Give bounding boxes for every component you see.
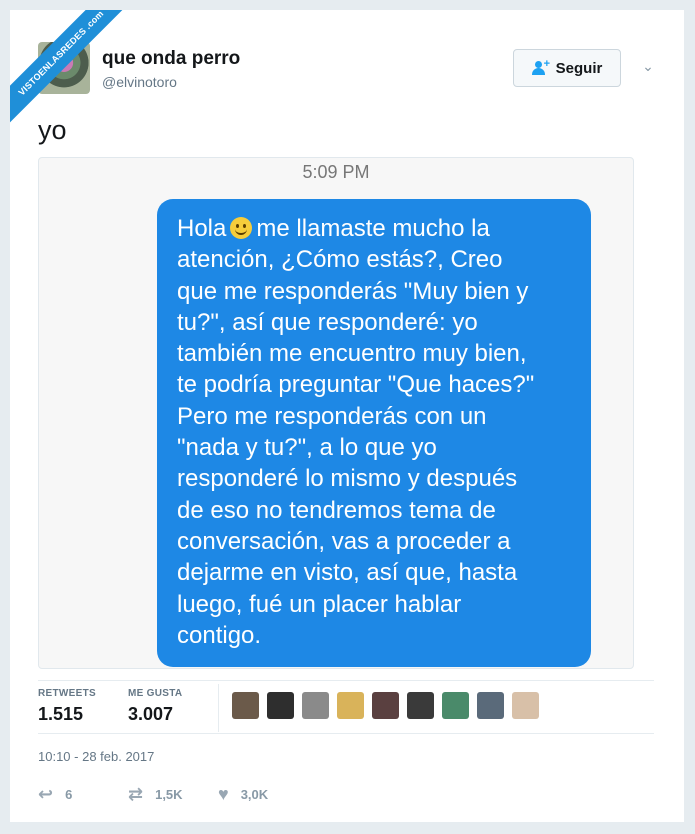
message-line: "nada y tu?", a lo que yo [177, 434, 437, 462]
retweet-button[interactable]: ⇄ 1,5K [128, 784, 183, 805]
message-bubble: Hola me llamaste mucho la atención, ¿Cómo… [157, 199, 591, 667]
divider [38, 680, 654, 681]
reply-button[interactable]: ↩ 6 [38, 784, 72, 805]
liker-avatar[interactable] [512, 692, 539, 719]
liker-avatar[interactable] [267, 692, 294, 719]
liker-avatar[interactable] [232, 692, 259, 719]
likes-label: ME GUSTA [128, 688, 183, 699]
like-count: 3,0K [240, 787, 269, 802]
retweets-label: RETWEETS [38, 688, 96, 699]
chevron-down-icon[interactable]: ⌄ [639, 58, 657, 76]
retweets-value: 1.515 [38, 704, 84, 724]
message-line: también me encuentro muy bien, [177, 340, 527, 368]
message-time: 5:09 PM [302, 162, 370, 182]
reply-count: 6 [65, 787, 73, 802]
liker-avatar[interactable] [372, 692, 399, 719]
message-line: conversación, vas a proceder a [177, 527, 511, 555]
watermark-text: VISTOENLASREDES .com [10, 10, 130, 130]
liker-avatar[interactable] [407, 692, 434, 719]
follow-button-label: Seguir [555, 59, 603, 77]
message-line: contigo. [177, 621, 262, 649]
liker-avatar[interactable] [337, 692, 364, 719]
liker-avatar[interactable] [302, 692, 329, 719]
likers-avatars [232, 692, 539, 719]
tweet-actions: ↩ 6 ⇄ 1,5K ♥ 3,0K [38, 784, 338, 804]
message-line: Pero me responderás con un [177, 402, 487, 430]
likes-stat[interactable]: ME GUSTA 3.007 [128, 688, 182, 725]
stats-separator [218, 684, 219, 732]
like-button[interactable]: ♥ 3,0K [218, 784, 268, 805]
tweet-timestamp[interactable]: 10:10 - 28 feb. 2017 [38, 749, 154, 764]
message-line: que me responderás "Muy bien y [177, 277, 529, 305]
message-line: responderé lo mismo y después [177, 465, 518, 493]
tweet-media-image[interactable]: 5:09 PM Hola me llamaste mucho la atenció… [38, 157, 634, 669]
liker-avatar[interactable] [442, 692, 469, 719]
add-user-icon: + [531, 58, 550, 75]
watermark-ribbon: VISTOENLASREDES .com [10, 10, 130, 130]
message-line: dejarme en visto, así que, hasta [177, 559, 518, 587]
heart-icon: ♥ [218, 784, 229, 804]
divider [38, 733, 654, 734]
retweets-stat[interactable]: RETWEETS 1.515 [38, 688, 96, 725]
retweet-icon: ⇄ [128, 784, 144, 804]
follow-button[interactable]: + Seguir [513, 49, 621, 87]
reply-icon: ↩ [38, 784, 54, 804]
retweet-count: 1,5K [155, 787, 183, 802]
smiley-icon [230, 217, 253, 239]
message-line: Hola me llamaste mucho la [177, 215, 490, 242]
message-line: de eso no tendremos tema de [177, 496, 496, 524]
message-line: atención, ¿Cómo estás?, Creo [177, 246, 503, 274]
liker-avatar[interactable] [477, 692, 504, 719]
likes-value: 3.007 [128, 704, 174, 724]
message-line: luego, fué un placer hablar [177, 590, 462, 618]
message-line: tu?", así que responderé: yo [177, 308, 478, 336]
message-line: te podría preguntar "Que haces?" [177, 371, 535, 399]
